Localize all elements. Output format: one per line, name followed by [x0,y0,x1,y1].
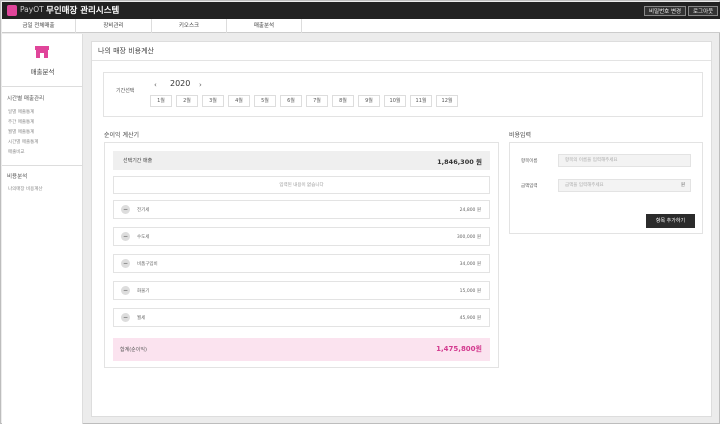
add-item-button[interactable]: 항목 추가하기 [646,214,695,228]
cost-item-value: 34,000 원 [459,262,481,267]
logout-button[interactable]: 로그아웃 [688,6,719,16]
nav-item-sales-analysis[interactable]: 매출분석 [227,19,302,33]
cost-item-name: 화물기 [137,289,150,294]
store-icon [35,46,49,58]
selected-sales-value: 1,846,300 원 [437,158,482,166]
sidebar-item-weekly[interactable]: 주간 매출통계 [8,119,34,125]
cost-item-name: 월세 [137,316,146,321]
month-button[interactable]: 12월 [436,95,458,107]
item-name-label: 항목이름 [521,159,538,164]
item-name-input[interactable]: 항목의 이름을 입력해주세요 [558,154,691,167]
month-button[interactable]: 10월 [384,95,406,107]
total-row: 합계(순이익) 1,475,800원 [113,338,490,361]
title-divider [92,60,711,61]
sidebar-section-label: 매출분석 [30,68,55,76]
remove-icon[interactable]: − [121,259,130,268]
cost-input-title: 비용입력 [509,132,532,139]
cost-item-row: − 수도세 300,000 원 [113,227,490,246]
cost-item-row: − 월세 45,900 원 [113,308,490,327]
cost-item-value: 300,000 원 [456,235,481,240]
amount-unit: 원 [680,183,685,188]
page-title: 나의 매장 비용계산 [98,47,154,55]
month-button[interactable]: 5월 [254,95,276,107]
remove-icon[interactable]: − [121,286,130,295]
sidebar: 매출분석 시간별 매출관리 일별 매출통계 주간 매출통계 월별 매출통계 시간… [2,34,83,424]
month-button[interactable]: 9월 [358,95,380,107]
nav-item-kiosk[interactable]: 키오스크 [152,19,227,33]
chevron-right-icon[interactable]: › [199,81,202,89]
remove-icon[interactable]: − [121,313,130,322]
cost-item-value: 15,000 원 [459,289,481,294]
selected-sales-row: 선택기간 매출 1,846,300 원 [113,151,490,170]
total-label: 합계(순이익) [120,347,147,353]
sidebar-item-compare[interactable]: 매출비교 [8,149,25,155]
app-window: PayOT 무인매장 관리시스템 비밀번호 변경 로그아웃 금일 전체매출 장비… [0,0,720,424]
amount-input[interactable]: 금액을 입력해주세요 원 [558,179,691,192]
month-button[interactable]: 2월 [176,95,198,107]
period-selector: 기간선택 ‹ 2020 › 1월 2월 3월 4월 5월 6월 7월 8월 9월… [103,72,703,117]
sidebar-divider [2,86,83,87]
cost-item-name: 전기세 [137,208,150,213]
cost-input-panel: 항목이름 항목의 이름을 입력해주세요 금액입력 금액을 입력해주세요 원 항목… [509,142,703,234]
month-button[interactable]: 1월 [150,95,172,107]
amount-placeholder: 금액을 입력해주세요 [565,183,604,188]
amount-label: 금액입력 [521,184,538,189]
remove-icon[interactable]: − [121,232,130,241]
cost-item-value: 24,800 원 [459,208,481,213]
sidebar-item-monthly[interactable]: 월별 매출통계 [8,129,34,135]
main-nav: 금일 전체매출 장비관리 키오스크 매출분석 [2,19,720,33]
cost-item-row: − 화물기 15,000 원 [113,281,490,300]
brand-name: PayOT [20,5,44,14]
calculator-title: 순이익 계산기 [104,132,140,139]
top-bar: PayOT 무인매장 관리시스템 비밀번호 변경 로그아웃 [2,2,720,19]
total-value: 1,475,800원 [436,345,482,353]
sidebar-divider [2,165,83,166]
month-button[interactable]: 3월 [202,95,224,107]
nav-item-today-sales[interactable]: 금일 전체매출 [2,19,76,33]
month-button[interactable]: 4월 [228,95,250,107]
profit-calculator: 선택기간 매출 1,846,300 원 입력된 내용이 없습니다 − 전기세 2… [104,142,499,368]
chevron-left-icon[interactable]: ‹ [154,81,157,89]
empty-message: 입력된 내용이 없습니다 [113,176,490,194]
sidebar-group-title: 비용분석 [7,174,28,180]
cost-item-row: − 비품구입비 34,000 원 [113,254,490,273]
remove-icon[interactable]: − [121,205,130,214]
nav-item-equipment[interactable]: 장비관리 [76,19,152,33]
month-button[interactable]: 7월 [306,95,328,107]
sidebar-item-hourly[interactable]: 시간별 매출통계 [8,139,38,145]
selected-sales-label: 선택기간 매출 [123,158,153,164]
sidebar-item-daily[interactable]: 일별 매출통계 [8,109,34,115]
year-display: 2020 [170,79,191,88]
cost-item-row: − 전기세 24,800 원 [113,200,490,219]
month-button[interactable]: 8월 [332,95,354,107]
period-label: 기간선택 [116,88,135,94]
main-content: 나의 매장 비용계산 기간선택 ‹ 2020 › 1월 2월 3월 4월 5월 … [91,41,712,417]
sidebar-group-title: 시간별 매출관리 [7,96,45,102]
payot-logo-icon [7,5,17,16]
cost-item-name: 비품구입비 [137,262,158,267]
change-password-button[interactable]: 비밀번호 변경 [644,6,687,16]
sidebar-item-cost-calc[interactable]: 나의매장 비용계산 [8,186,43,192]
system-title: 무인매장 관리시스템 [46,6,120,16]
cost-item-name: 수도세 [137,235,150,240]
month-button[interactable]: 11월 [410,95,432,107]
cost-item-value: 45,900 원 [459,316,481,321]
month-button[interactable]: 6월 [280,95,302,107]
